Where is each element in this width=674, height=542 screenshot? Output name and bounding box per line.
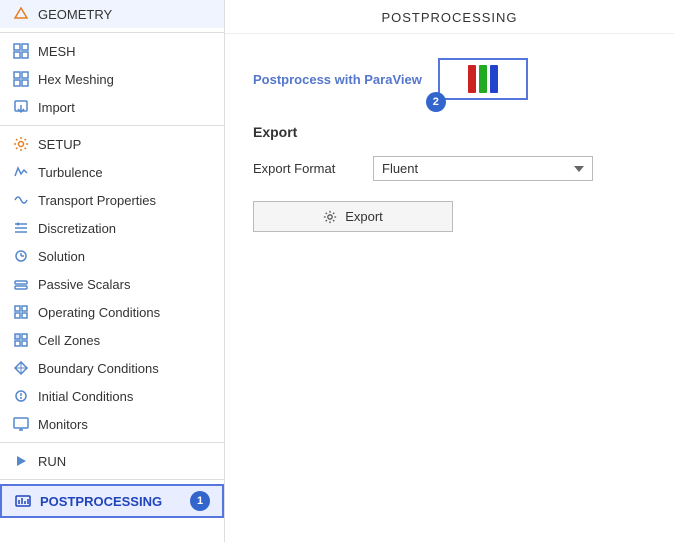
mesh-icon	[12, 42, 30, 60]
export-section: Export Export Format Fluent OpenFOAM CSV…	[253, 124, 646, 232]
sidebar-item-geometry[interactable]: GEOMETRY	[0, 0, 224, 28]
divider-2	[0, 125, 224, 126]
paraview-logo	[468, 65, 498, 93]
sidebar-item-passive-scalars[interactable]: Passive Scalars	[0, 270, 224, 298]
paraview-button[interactable]	[438, 58, 528, 100]
export-button-label: Export	[345, 209, 383, 224]
paraview-row: Postprocess with ParaView 2	[253, 58, 646, 100]
sidebar-item-hex-meshing[interactable]: Hex Meshing	[0, 65, 224, 93]
pv-bar-green	[479, 65, 487, 93]
pv-bar-blue	[490, 65, 498, 93]
sidebar-item-cell-zones[interactable]: Cell Zones	[0, 326, 224, 354]
cell-icon	[12, 331, 30, 349]
solution-icon	[12, 247, 30, 265]
hex-icon	[12, 70, 30, 88]
sidebar-item-transport-properties[interactable]: Transport Properties	[0, 186, 224, 214]
sidebar: GEOMETRY MESH Hex Meshing	[0, 0, 225, 542]
sidebar-item-postprocessing[interactable]: POSTPROCESSING 1	[0, 484, 224, 518]
sidebar-item-operating-conditions[interactable]: Operating Conditions	[0, 298, 224, 326]
gear-icon	[323, 210, 337, 224]
export-format-label: Export Format	[253, 161, 353, 176]
pv-bar-red	[468, 65, 476, 93]
divider-1	[0, 32, 224, 33]
export-button[interactable]: Export	[253, 201, 453, 232]
export-format-row: Export Format Fluent OpenFOAM CSV	[253, 156, 646, 181]
sidebar-badge-1: 1	[190, 491, 210, 511]
turbulence-icon	[12, 163, 30, 181]
sidebar-item-solution[interactable]: Solution	[0, 242, 224, 270]
geometry-icon	[12, 5, 30, 23]
sidebar-item-monitors[interactable]: Monitors	[0, 410, 224, 438]
export-format-select[interactable]: Fluent OpenFOAM CSV	[373, 156, 593, 181]
sidebar-item-discretization[interactable]: Discretization	[0, 214, 224, 242]
initial-icon	[12, 387, 30, 405]
setup-icon	[12, 135, 30, 153]
main-body: Postprocess with ParaView 2 Export Expor…	[225, 34, 674, 542]
paraview-label: Postprocess with ParaView	[253, 72, 422, 87]
main-content: POSTPROCESSING Postprocess with ParaView…	[225, 0, 674, 542]
disc-icon	[12, 219, 30, 237]
sidebar-item-import[interactable]: Import	[0, 93, 224, 121]
sidebar-item-initial-conditions[interactable]: Initial Conditions	[0, 382, 224, 410]
divider-4	[0, 479, 224, 480]
import-icon	[12, 98, 30, 116]
sidebar-item-mesh[interactable]: MESH	[0, 37, 224, 65]
sidebar-item-turbulence[interactable]: Turbulence	[0, 158, 224, 186]
monitors-icon	[12, 415, 30, 433]
page-title: POSTPROCESSING	[225, 0, 674, 34]
operating-icon	[12, 303, 30, 321]
postprocessing-icon	[14, 492, 32, 510]
sidebar-item-run[interactable]: RUN	[0, 447, 224, 475]
sidebar-item-boundary-conditions[interactable]: Boundary Conditions	[0, 354, 224, 382]
boundary-icon	[12, 359, 30, 377]
badge-2: 2	[426, 92, 446, 112]
export-title: Export	[253, 124, 646, 140]
scalars-icon	[12, 275, 30, 293]
divider-3	[0, 442, 224, 443]
sidebar-item-setup[interactable]: SETUP	[0, 130, 224, 158]
transport-icon	[12, 191, 30, 209]
run-icon	[12, 452, 30, 470]
